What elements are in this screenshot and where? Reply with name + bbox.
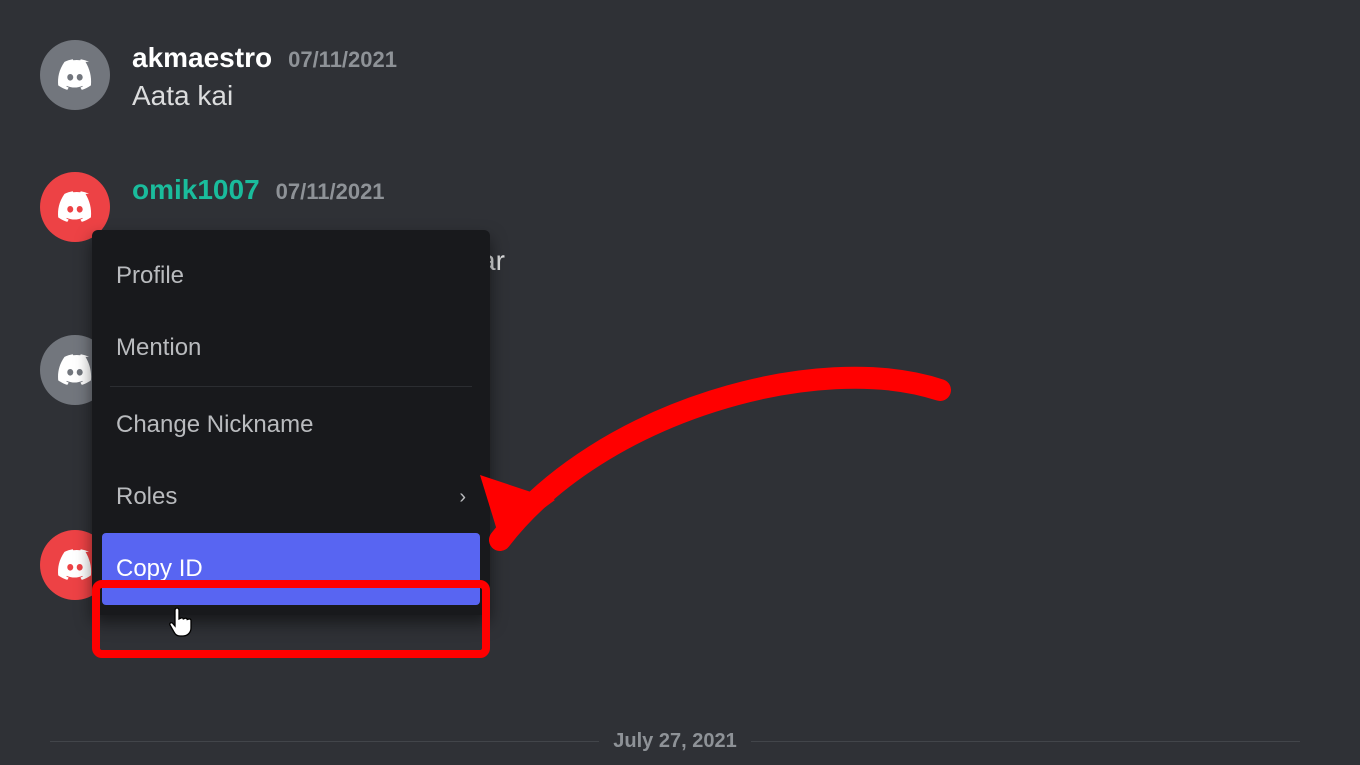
menu-item-label: Copy ID xyxy=(116,555,203,583)
message-text: Aata kai xyxy=(132,80,397,112)
menu-divider xyxy=(110,386,472,387)
chat-message: akmaestro 07/11/2021 Aata kai xyxy=(0,30,1360,122)
menu-item-label: Mention xyxy=(116,334,201,362)
divider-line xyxy=(50,741,599,742)
avatar[interactable] xyxy=(40,40,110,110)
user-context-menu: Profile Mention Change Nickname Roles › … xyxy=(92,230,490,615)
change-nickname-menu-item[interactable]: Change Nickname xyxy=(102,389,480,461)
discord-logo-icon xyxy=(54,186,96,228)
menu-item-label: Profile xyxy=(116,262,184,290)
date-divider-label: July 27, 2021 xyxy=(599,730,750,753)
chat-area: akmaestro 07/11/2021 Aata kai omik1007 0… xyxy=(0,0,1360,765)
menu-item-label: Roles xyxy=(116,483,177,511)
mention-menu-item[interactable]: Mention xyxy=(102,312,480,384)
message-body: omik1007 07/11/2021 xyxy=(132,172,385,206)
menu-item-label: Change Nickname xyxy=(116,411,313,439)
chevron-right-icon: › xyxy=(459,486,466,509)
discord-logo-icon xyxy=(54,544,96,586)
message-username[interactable]: omik1007 xyxy=(132,174,260,206)
profile-menu-item[interactable]: Profile xyxy=(102,240,480,312)
message-timestamp: 07/11/2021 xyxy=(288,47,397,73)
date-divider: July 27, 2021 xyxy=(50,730,1300,753)
annotation-arrow xyxy=(440,360,970,620)
discord-logo-icon xyxy=(54,54,96,96)
message-username[interactable]: akmaestro xyxy=(132,42,272,74)
discord-logo-icon xyxy=(54,349,96,391)
roles-menu-item[interactable]: Roles › xyxy=(102,461,480,533)
message-body: akmaestro 07/11/2021 Aata kai xyxy=(132,40,397,112)
divider-line xyxy=(751,741,1300,742)
message-timestamp: 07/11/2021 xyxy=(276,179,385,205)
copy-id-menu-item[interactable]: Copy ID xyxy=(102,533,480,605)
